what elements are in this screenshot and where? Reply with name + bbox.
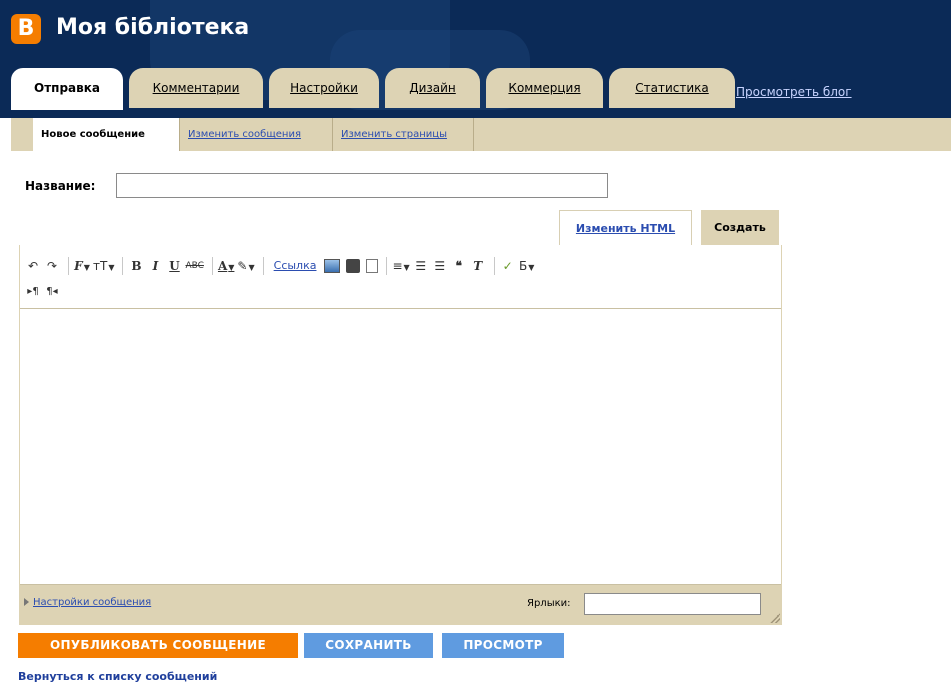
post-title-input[interactable] xyxy=(116,173,608,198)
blog-header: B Моя бібліотека Отправка Комментарии На… xyxy=(0,0,951,118)
numbered-list-icon[interactable]: ☰ xyxy=(413,257,429,275)
tab-comments[interactable]: Комментарии xyxy=(129,68,263,108)
tab-monetize[interactable]: Коммерция xyxy=(486,68,603,108)
post-options-link[interactable]: Настройки сообщения xyxy=(24,597,151,608)
tab-stats[interactable]: Статистика xyxy=(609,68,735,108)
bullet-list-icon[interactable]: ☰ xyxy=(432,257,448,275)
subnav-divider xyxy=(473,118,474,151)
editor-toolbar: ↶ ↷ F▼ тT▼ B I U ABC A▼ ✎▼ Ссылка ≡▼ ☰ ☰… xyxy=(20,245,781,309)
insert-link-button[interactable]: Ссылка xyxy=(274,257,317,275)
tab-settings[interactable]: Настройки xyxy=(269,68,379,108)
remove-formatting-icon[interactable]: T xyxy=(470,257,486,275)
sub-navigation: Новое сообщение Изменить сообщения Измен… xyxy=(11,118,951,151)
tab-design[interactable]: Дизайн xyxy=(385,68,480,108)
resize-handle-icon[interactable] xyxy=(770,613,780,623)
toolbar-divider xyxy=(262,257,264,275)
blogger-logo-icon[interactable]: B xyxy=(11,14,41,44)
toolbar-divider xyxy=(493,257,495,275)
font-family-button[interactable]: F▼ xyxy=(74,257,90,275)
labels-label: Ярлыки: xyxy=(527,598,571,609)
redo-icon[interactable]: ↷ xyxy=(44,257,60,275)
undo-icon[interactable]: ↶ xyxy=(25,257,41,275)
subnav-edit-posts[interactable]: Изменить сообщения xyxy=(179,118,332,151)
back-to-posts-link[interactable]: Вернуться к списку сообщений xyxy=(18,670,217,683)
transliterate-button[interactable]: Б▼ xyxy=(519,257,535,275)
jump-break-icon[interactable] xyxy=(366,259,379,273)
rtl-direction-icon[interactable]: ¶◂ xyxy=(44,283,60,301)
text-color-button[interactable]: A▼ xyxy=(218,257,234,275)
blockquote-icon[interactable]: ❝ xyxy=(451,257,467,275)
align-icon[interactable]: ≡▼ xyxy=(392,257,409,275)
subnav-edit-pages[interactable]: Изменить страницы xyxy=(332,118,473,151)
expand-arrow-icon xyxy=(24,598,29,606)
toolbar-divider xyxy=(68,257,69,275)
labels-input[interactable] xyxy=(584,593,761,615)
tab-posting[interactable]: Отправка xyxy=(11,68,123,110)
toolbar-divider xyxy=(211,257,213,275)
bold-button[interactable]: B xyxy=(128,257,144,275)
ltr-direction-icon[interactable]: ▸¶ xyxy=(25,283,41,301)
highlight-color-icon[interactable]: ✎▼ xyxy=(237,257,254,275)
publish-button[interactable]: ОПУБЛИКОВАТЬ СООБЩЕНИЕ xyxy=(18,633,298,658)
preview-button[interactable]: ПРОСМОТР xyxy=(442,633,564,658)
save-button[interactable]: СОХРАНИТЬ xyxy=(304,633,433,658)
toolbar-divider xyxy=(386,257,388,275)
insert-image-icon[interactable] xyxy=(324,259,341,273)
underline-button[interactable]: U xyxy=(166,257,182,275)
insert-video-icon[interactable] xyxy=(346,259,361,273)
post-title-label: Название: xyxy=(25,179,96,193)
italic-button[interactable]: I xyxy=(147,257,163,275)
edit-html-tab[interactable]: Изменить HTML xyxy=(559,210,692,245)
font-size-button[interactable]: тT▼ xyxy=(93,257,114,275)
compose-tab[interactable]: Создать xyxy=(701,210,779,245)
spellcheck-icon[interactable]: ✓ xyxy=(500,257,516,275)
blog-title: Моя бібліотека xyxy=(56,15,250,40)
strikethrough-button[interactable]: ABC xyxy=(185,257,203,275)
post-editor: ↶ ↷ F▼ тT▼ B I U ABC A▼ ✎▼ Ссылка ≡▼ ☰ ☰… xyxy=(19,245,782,625)
toolbar-divider xyxy=(122,257,124,275)
post-body-editor[interactable] xyxy=(20,309,781,585)
view-blog-link[interactable]: Просмотреть блог xyxy=(736,85,852,99)
subnav-new-post[interactable]: Новое сообщение xyxy=(33,118,179,151)
